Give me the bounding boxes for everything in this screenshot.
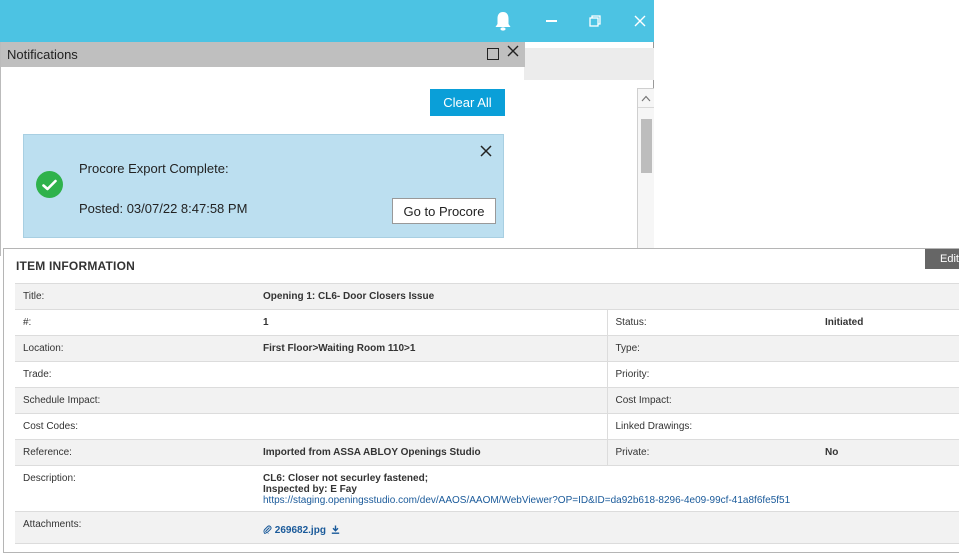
- attachment-link[interactable]: 269682.jpg: [263, 525, 340, 536]
- field-value: Imported from ASSA ABLOY Openings Studio: [255, 439, 607, 466]
- paperclip-icon: [263, 525, 272, 535]
- notifications-title: Notifications: [7, 47, 78, 62]
- notification-title: Procore Export Complete:: [79, 161, 229, 176]
- table-row: Schedule Impact: Cost Impact:: [15, 387, 959, 414]
- table-row: Attachments: 269682.jpg: [15, 511, 959, 544]
- section-title: ITEM INFORMATION: [16, 259, 135, 273]
- field-value: [255, 361, 607, 388]
- field-value: First Floor>Waiting Room 110>1: [255, 335, 607, 362]
- field-value: Opening 1: CL6- Door Closers Issue: [255, 283, 959, 310]
- description-link[interactable]: https://staging.openingsstudio.com/dev/A…: [263, 495, 953, 507]
- attachment-filename: 269682.jpg: [274, 525, 326, 536]
- check-circle-icon: [36, 171, 63, 198]
- field-label: Type:: [606, 335, 817, 362]
- field-label: Cost Codes:: [15, 413, 255, 440]
- restore-icon[interactable]: [575, 0, 615, 42]
- field-value: [817, 361, 959, 388]
- table-row: Trade: Priority:: [15, 361, 959, 388]
- clear-all-button[interactable]: Clear All: [430, 89, 505, 116]
- field-label: Attachments:: [15, 511, 255, 544]
- minimize-icon[interactable]: [531, 0, 571, 42]
- app-toolbar-strip: [524, 48, 654, 80]
- field-label: Location:: [15, 335, 255, 362]
- field-label: Cost Impact:: [606, 387, 817, 414]
- field-label: Reference:: [15, 439, 255, 466]
- field-value: [817, 335, 959, 362]
- scroll-thumb[interactable]: [641, 119, 652, 173]
- field-label: Status:: [606, 309, 817, 336]
- field-label: Title:: [15, 283, 255, 310]
- notification-card: Procore Export Complete: Posted: 03/07/2…: [23, 134, 504, 238]
- notifications-panel: Notifications Clear All Procore Export C…: [0, 42, 525, 256]
- field-label: Schedule Impact:: [15, 387, 255, 414]
- notifications-header: Notifications: [1, 42, 525, 67]
- field-label: #:: [15, 309, 255, 336]
- app-titlebar: [0, 0, 654, 42]
- go-to-procore-button[interactable]: Go to Procore: [392, 198, 496, 224]
- table-row: Description: CL6: Closer not securley fa…: [15, 465, 959, 512]
- field-value: [817, 387, 959, 414]
- maximize-icon[interactable]: [487, 48, 499, 60]
- description-value: CL6: Closer not securley fastened; Inspe…: [255, 465, 959, 512]
- field-value: 1: [255, 309, 607, 336]
- attachments-value: 269682.jpg: [255, 511, 959, 544]
- scrollbar[interactable]: [637, 88, 654, 256]
- field-value: [255, 387, 607, 414]
- table-row: Cost Codes: Linked Drawings:: [15, 413, 959, 440]
- table-row: Title: Opening 1: CL6- Door Closers Issu…: [15, 283, 959, 310]
- field-label: Private:: [606, 439, 817, 466]
- field-value: [255, 413, 607, 440]
- field-label: Linked Drawings:: [606, 413, 817, 440]
- item-info-table: Title: Opening 1: CL6- Door Closers Issu…: [15, 283, 959, 544]
- field-label: Description:: [15, 465, 255, 512]
- description-line: CL6: Closer not securley fastened;: [263, 473, 429, 484]
- status-value: Initiated: [817, 309, 959, 336]
- table-row: Location: First Floor>Waiting Room 110>1…: [15, 335, 959, 362]
- table-row: Reference: Imported from ASSA ABLOY Open…: [15, 439, 959, 466]
- field-label: Priority:: [606, 361, 817, 388]
- notification-posted-time: Posted: 03/07/22 8:47:58 PM: [79, 201, 248, 216]
- item-information-panel: ITEM INFORMATION Edit Title: Opening 1: …: [3, 248, 959, 553]
- description-line: Inspected by: E Fay: [263, 484, 357, 495]
- download-icon[interactable]: [331, 525, 340, 534]
- dismiss-notification-icon[interactable]: [480, 143, 492, 160]
- private-value: No: [817, 439, 959, 466]
- window-close-icon[interactable]: [620, 0, 660, 42]
- close-icon[interactable]: [507, 45, 519, 61]
- edit-button[interactable]: Edit: [925, 249, 959, 269]
- scroll-up-icon[interactable]: [638, 89, 654, 108]
- bell-icon[interactable]: [483, 0, 523, 42]
- field-label: Trade:: [15, 361, 255, 388]
- field-value: [817, 413, 959, 440]
- table-row: #: 1 Status: Initiated: [15, 309, 959, 336]
